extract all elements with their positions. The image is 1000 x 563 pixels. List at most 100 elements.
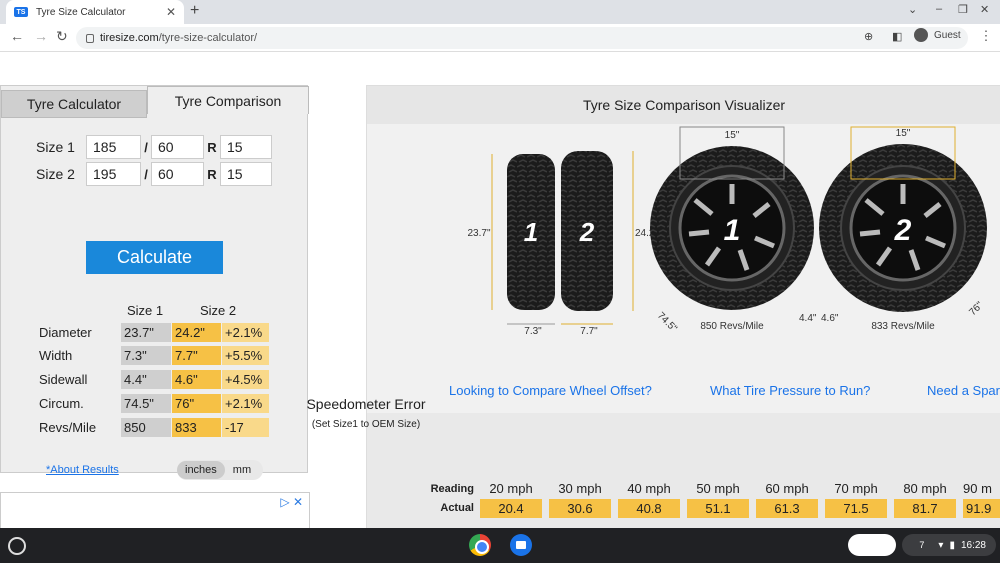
unit-mm[interactable]: mm [225,461,259,479]
tyre-side-number-2: 2 [579,217,595,247]
address-bar[interactable]: tiresize.com /tyre-size-calculator/ [76,27,968,49]
clock: 16:28 [960,539,986,551]
rim-label-1: 15" [725,130,740,141]
height-label-1: 23.7" [467,228,490,239]
result-label: Diameter [39,325,92,340]
back-icon[interactable]: ← [10,28,24,44]
calculator-panel: Tyre Calculator Tyre Comparison Size 1 1… [0,85,309,480]
favicon-icon: TS [14,7,28,17]
result-diff: +4.5% [222,370,269,389]
actual-cell: 71.5 [825,499,887,518]
revs-label-1: 850 Revs/Mile [700,321,764,332]
tab-strip: TS Tyre Size Calculator ✕ + ⌄ – ❐ ✕ [0,0,1000,24]
width-label-1: 7.3" [524,326,542,337]
size2-rim-input[interactable]: 15 [220,162,272,186]
spare-link[interactable]: Need a Spar [927,383,1000,398]
restore-icon[interactable]: ❐ [958,3,968,16]
actual-cell: 91.9 [963,499,1000,518]
reading-cell: 90 m [963,481,992,496]
wheel-number-2: 2 [894,214,912,247]
result-size1: 23.7" [121,323,171,342]
status-area[interactable]: 7 ▾ ▮ 16:28 [902,534,996,556]
forward-icon[interactable]: → [34,28,48,44]
tray-holding-space[interactable] [848,534,896,556]
size2-aspect-input[interactable]: 60 [151,162,204,186]
actual-cell: 51.1 [687,499,749,518]
comparison-visualizer: Tyre Size Comparison Visualizer 23.7" 1 … [366,85,1000,529]
unit-toggle[interactable]: inches mm [177,460,263,480]
tab-tyre-calculator[interactable]: Tyre Calculator [1,90,147,118]
actual-cell: 81.7 [894,499,956,518]
size1-label: Size 1 [36,139,75,155]
size1-aspect-input[interactable]: 60 [151,135,204,159]
actual-cell: 20.4 [480,499,542,518]
size1-width-input[interactable]: 185 [86,135,141,159]
reading-cell: 40 mph [627,481,671,496]
browser-toolbar: ← → ↻ tiresize.com /tyre-size-calculator… [0,24,1000,52]
reading-cell: 20 mph [489,481,533,496]
result-row-width: Width 7.3" 7.7" +5.5% [39,346,269,365]
reload-icon[interactable]: ↻ [56,28,68,45]
chrome-app-icon[interactable] [469,534,491,556]
result-size1: 7.3" [121,346,171,365]
reading-label: Reading [430,483,474,495]
unit-inches[interactable]: inches [177,461,225,479]
result-label: Sidewall [39,372,88,387]
side-panel-icon[interactable]: ◧ [892,30,902,43]
wheel-number-1: 1 [724,214,741,247]
profile-button[interactable]: Guest [914,28,961,42]
window-close-icon[interactable]: ✕ [980,3,989,16]
speedometer-subtitle: (Set Size1 to OEM Size) [311,419,421,430]
actual-cell: 40.8 [618,499,680,518]
result-size1: 4.4" [121,370,171,389]
tyre-side-number-1: 1 [524,217,538,247]
size2-width-input[interactable]: 195 [86,162,141,186]
about-results-link[interactable]: *About Results [46,464,119,476]
size2-row: Size 2 195 / 60 R 15 [36,162,272,186]
result-size2: 4.6" [172,370,221,389]
url-path: /tyre-size-calculator/ [158,32,258,44]
tab-search-icon[interactable]: ⌄ [908,3,917,16]
slash: / [144,139,148,155]
circ-label-1: 74.5" [655,310,679,334]
minimize-icon[interactable]: – [936,3,942,15]
ad-banner: ▷ ✕ [0,492,310,532]
close-tab-icon[interactable]: ✕ [166,5,176,19]
slash: / [144,166,148,182]
rim-label-2: 15" [896,128,911,139]
avatar-icon [914,28,928,42]
new-tab-icon[interactable]: + [190,2,199,20]
result-size2: 24.2" [172,323,221,342]
battery-icon: ▮ [949,539,955,551]
tab-title: Tyre Size Calculator [36,6,126,18]
result-diff: +2.1% [222,323,269,342]
result-header-size2: Size 2 [200,303,237,318]
visualizer-title: Tyre Size Comparison Visualizer [367,86,1000,124]
reading-cell: 50 mph [696,481,740,496]
result-size2: 7.7" [172,346,221,365]
actual-cell: 61.3 [756,499,818,518]
calculate-button[interactable]: Calculate [86,241,223,274]
files-app-icon[interactable] [510,534,532,556]
ad-choices-icon[interactable]: ▷ ✕ [280,495,303,509]
os-taskbar: 7 ▾ ▮ 16:28 [0,528,1000,563]
size1-rim-input[interactable]: 15 [220,135,272,159]
launcher-icon[interactable] [8,537,26,555]
lock-icon [86,33,94,43]
result-label: Width [39,348,73,363]
result-diff: +5.5% [222,346,269,365]
notification-count: 7 [919,540,929,550]
tyre-diagram: 23.7" 1 2 24.2" 7.3" 7.7" 1 15" 4.4" 74.… [467,126,987,337]
browser-tab[interactable]: TS Tyre Size Calculator ✕ [6,0,184,24]
profile-label: Guest [934,29,961,41]
menu-icon[interactable]: ⋮ [978,28,994,48]
reading-cell: 30 mph [558,481,602,496]
reading-cell: 70 mph [834,481,878,496]
tab-tyre-comparison[interactable]: Tyre Comparison [147,86,309,114]
r-label: R [207,166,217,182]
speedometer-title: Speedometer Error [306,396,426,412]
zoom-icon[interactable]: ⊕ [864,30,873,43]
actual-cell: 30.6 [549,499,611,518]
tire-pressure-link[interactable]: What Tire Pressure to Run? [710,383,870,398]
result-header-size1: Size 1 [127,303,164,318]
